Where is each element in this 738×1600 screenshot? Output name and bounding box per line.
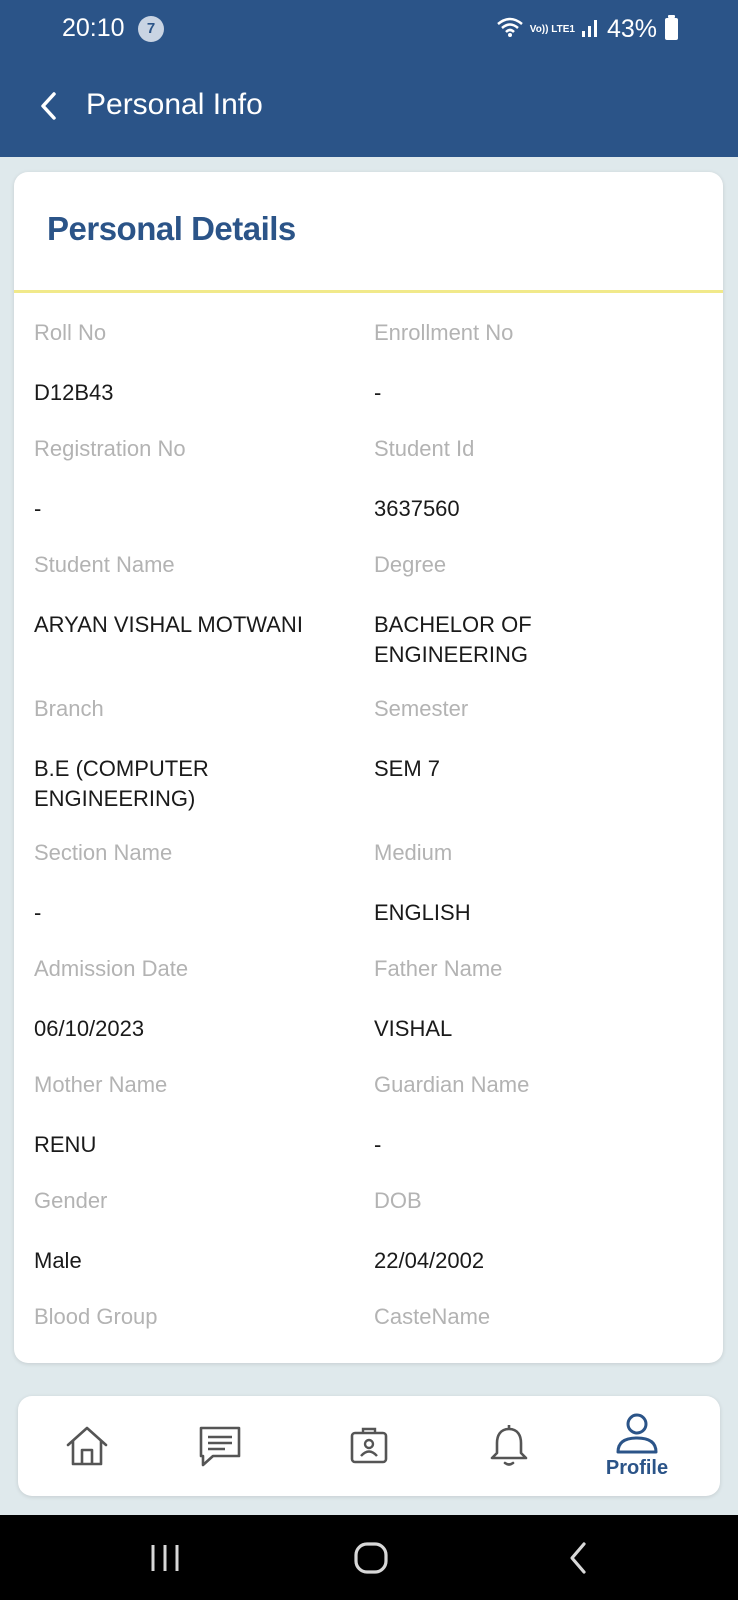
personal-details-card: Personal Details Roll No D12B43 Enrollme… [14,172,723,1363]
back-chevron-icon [570,1542,586,1574]
app-bar: 20:10 7 Vo)) LTE1 43% Personal Info [0,0,738,157]
field-label: Semester [374,696,469,721]
field-value: 06/10/2023 [34,1016,145,1041]
field-label: Guardian Name [374,1072,530,1097]
nav-notifications[interactable] [454,1396,564,1496]
field-value: SEM 7 [374,756,441,781]
field-dob: DOB 22/04/2002 [374,1188,694,1304]
field-registration-no: Registration No - [34,436,374,552]
recent-apps-icon [151,1545,179,1571]
recent-apps-button[interactable] [135,1533,195,1583]
field-value: 3637560 [374,496,460,521]
field-enrollment-no: Enrollment No - [374,320,694,436]
field-label: Branch [34,696,104,721]
details-grid: Roll No D12B43 Enrollment No - Registrat… [34,320,694,1363]
field-label: Degree [374,552,447,577]
battery-percent: 43% [606,14,657,43]
field-admission-date: Admission Date 06/10/2023 [34,956,374,1072]
nav-messages[interactable] [165,1396,275,1496]
field-label: Gender [34,1188,108,1213]
field-degree: Degree BACHELOR OF ENGINEERING [374,552,694,696]
field-value [374,1362,694,1363]
status-indicators: Vo)) LTE1 43% [496,14,678,44]
field-value: RENU [34,1132,97,1157]
field-value: BACHELOR OF ENGINEERING [374,612,532,667]
card-divider [14,290,723,293]
field-section-name: Section Name - [34,840,374,956]
field-value: - [374,380,382,405]
chevron-left-icon [41,92,56,120]
field-semester: Semester SEM 7 [374,696,694,840]
field-label: Registration No [34,436,186,461]
signal-icon [581,16,601,43]
wifi-icon [496,16,524,43]
id-card-icon [350,1427,388,1464]
page-title: Personal Info [86,88,263,121]
field-gender: Gender Male [34,1188,374,1304]
field-label: Medium [374,840,453,865]
message-icon [199,1426,241,1467]
field-label: Section Name [34,840,173,865]
system-navigation-bar [0,1515,738,1600]
field-roll-no: Roll No D12B43 [34,320,374,436]
field-mother-name: Mother Name RENU [34,1072,374,1188]
field-value: ENGLISH [374,900,471,925]
field-value: Male [34,1248,82,1273]
status-time: 20:10 [62,14,125,42]
field-value: - [34,900,42,925]
field-blood-group: Blood Group [34,1304,374,1363]
back-system-button[interactable] [548,1533,608,1583]
field-student-id: Student Id 3637560 [374,436,694,552]
nav-profile[interactable]: Profile [582,1396,692,1496]
field-label: Admission Date [34,956,189,981]
notification-count-badge: 7 [138,16,164,42]
field-value: 22/04/2002 [374,1248,485,1273]
field-value: VISHAL [374,1016,453,1041]
home-button[interactable] [341,1533,401,1583]
field-value: ARYAN VISHAL MOTWANI [34,612,303,637]
nav-id-card[interactable] [314,1396,424,1496]
bottom-navigation: Profile [18,1396,720,1496]
field-guardian-name: Guardian Name - [374,1072,694,1188]
home-circle-icon [354,1542,388,1574]
field-father-name: Father Name VISHAL [374,956,694,1072]
nav-home[interactable] [32,1396,142,1496]
field-value: B.E (COMPUTER ENGINEERING) [34,756,209,811]
bell-icon [490,1425,528,1466]
field-value: - [34,496,42,521]
field-label: DOB [374,1188,422,1213]
field-student-name: Student Name ARYAN VISHAL MOTWANI [34,552,374,696]
profile-icon [616,1413,658,1453]
card-title: Personal Details [47,210,296,247]
field-label: CasteName [374,1304,491,1329]
nav-profile-label: Profile [605,1456,669,1479]
field-label: Student Id [374,436,475,461]
field-label: Mother Name [34,1072,168,1097]
field-branch: Branch B.E (COMPUTER ENGINEERING) [34,696,374,840]
volte-indicator: Vo)) LTE1 [529,23,575,35]
header-row: Personal Info [0,78,738,136]
field-label: Roll No [34,320,107,345]
field-caste-name: CasteName [374,1304,694,1363]
field-medium: Medium ENGLISH [374,840,694,956]
field-label: Blood Group [34,1304,158,1329]
field-label: Student Name [34,552,175,577]
status-bar: 20:10 7 Vo)) LTE1 43% [0,0,738,60]
field-value: D12B43 [34,380,114,405]
field-value [34,1362,374,1363]
field-label: Father Name [374,956,503,981]
home-icon [66,1426,108,1466]
field-label: Enrollment No [374,320,514,345]
battery-icon [665,15,678,40]
back-button[interactable] [26,84,70,128]
field-value: - [374,1132,382,1157]
